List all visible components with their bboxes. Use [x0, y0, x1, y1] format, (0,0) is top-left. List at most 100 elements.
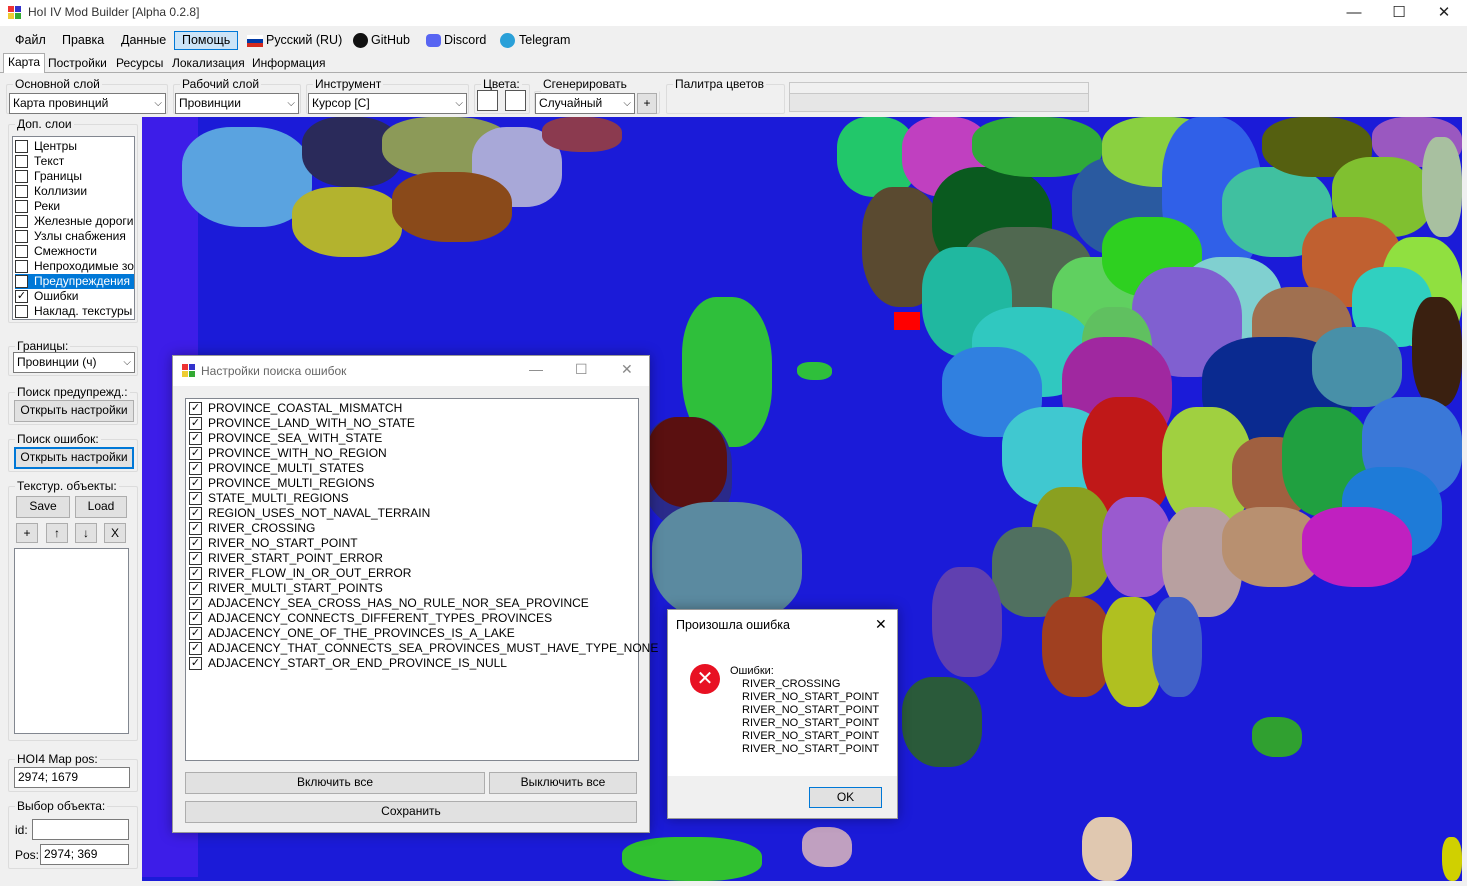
layer-item[interactable]: Центры: [15, 139, 134, 154]
error-type-item[interactable]: ✓ RIVER_FLOW_IN_OR_OUT_ERROR: [189, 566, 411, 581]
checkbox-checked[interactable]: ✓: [189, 462, 202, 476]
error-type-item[interactable]: ✓ RIVER_MULTI_START_POINTS: [189, 581, 383, 596]
checkbox[interactable]: [15, 230, 28, 244]
error-type-item[interactable]: ✓ RIVER_NO_START_POINT: [189, 536, 358, 551]
checkbox[interactable]: [15, 200, 28, 214]
map-pos-field[interactable]: 2974; 1679: [14, 767, 130, 788]
tab-info[interactable]: Информация: [249, 55, 328, 73]
checkbox-checked[interactable]: ✓: [189, 522, 202, 536]
dialog-maximize-button[interactable]: ☐: [575, 361, 588, 378]
checkbox-checked[interactable]: ✓: [189, 432, 202, 446]
error-type-item[interactable]: ✓ ADJACENCY_CONNECTS_DIFFERENT_TYPES_PROV…: [189, 611, 552, 626]
menu-github[interactable]: GitHub: [350, 31, 417, 50]
checkbox-checked[interactable]: ✓: [189, 657, 202, 671]
checkbox-checked[interactable]: ✓: [189, 402, 202, 416]
checkbox-checked[interactable]: ✓: [189, 597, 202, 611]
texture-add-button[interactable]: +: [16, 523, 38, 543]
error-type-item[interactable]: ✓ ADJACENCY_ONE_OF_THE_PROVINCES_IS_A_LAK…: [189, 626, 515, 641]
layer-item[interactable]: Границы: [15, 169, 134, 184]
error-type-item[interactable]: ✓ ADJACENCY_SEA_CROSS_HAS_NO_RULE_NOR_SEA…: [189, 596, 589, 611]
error-type-item[interactable]: ✓ ADJACENCY_THAT_CONNECTS_SEA_PROVINCES_M…: [189, 641, 658, 656]
checkbox-checked[interactable]: ✓: [189, 642, 202, 656]
checkbox-checked[interactable]: ✓: [189, 417, 202, 431]
error-type-item[interactable]: ✓ ADJACENCY_START_OR_END_PROVINCE_IS_NULL: [189, 656, 507, 671]
texture-down-button[interactable]: ↓: [75, 523, 97, 543]
checkbox-checked[interactable]: ✓: [189, 537, 202, 551]
error-type-item[interactable]: ✓ RIVER_CROSSING: [189, 521, 315, 536]
layer-item[interactable]: Предупреждения: [15, 274, 134, 289]
textures-load-button[interactable]: Load: [75, 496, 127, 518]
layer-item[interactable]: Наклад. текстуры: [15, 304, 134, 319]
disable-all-button[interactable]: Выключить все: [489, 772, 637, 794]
tab-map[interactable]: Карта: [3, 53, 46, 73]
layer-item[interactable]: Узлы снабжения: [15, 229, 134, 244]
error-type-item[interactable]: ✓ PROVINCE_MULTI_STATES: [189, 461, 364, 476]
checkbox-checked[interactable]: ✓: [189, 552, 202, 566]
primary-color-swatch[interactable]: [477, 90, 498, 111]
tab-buildings[interactable]: Постройки: [45, 55, 110, 73]
tab-resources[interactable]: Ресурсы: [113, 55, 166, 73]
maximize-button[interactable]: ☐: [1376, 0, 1422, 26]
save-settings-button[interactable]: Сохранить: [185, 801, 637, 823]
error-type-item[interactable]: ✓ PROVINCE_MULTI_REGIONS: [189, 476, 374, 491]
layer-item[interactable]: ✓ Ошибки: [15, 289, 134, 304]
gen-color-add-button[interactable]: +: [637, 93, 657, 114]
checkbox-checked[interactable]: ✓: [189, 447, 202, 461]
checkbox-checked[interactable]: ✓: [189, 492, 202, 506]
checkbox[interactable]: [15, 275, 28, 289]
menu-language[interactable]: Русский (RU): [244, 31, 349, 50]
checkbox-checked[interactable]: ✓: [189, 582, 202, 596]
checkbox[interactable]: [15, 185, 28, 199]
checkbox-checked[interactable]: ✓: [189, 612, 202, 626]
textures-list[interactable]: [14, 548, 129, 734]
error-type-item[interactable]: ✓ RIVER_START_POINT_ERROR: [189, 551, 383, 566]
menu-telegram[interactable]: Telegram: [497, 31, 577, 50]
error-type-item[interactable]: ✓ PROVINCE_COASTAL_MISMATCH: [189, 401, 402, 416]
pos-field[interactable]: 2974; 369: [40, 844, 129, 865]
layer-item[interactable]: Непроходимые зоны: [15, 259, 134, 274]
error-marker[interactable]: [894, 312, 920, 330]
checkbox[interactable]: [15, 305, 28, 319]
checkbox-checked[interactable]: ✓: [15, 290, 28, 304]
borders-select[interactable]: Провинции (ч) ⌵: [13, 352, 135, 373]
menu-data[interactable]: Данные: [114, 31, 173, 50]
layer-item[interactable]: Реки: [15, 199, 134, 214]
layer-item[interactable]: Смежности: [15, 244, 134, 259]
checkbox-checked[interactable]: ✓: [189, 567, 202, 581]
ok-button[interactable]: OK: [809, 787, 882, 808]
texture-up-button[interactable]: ↑: [46, 523, 68, 543]
close-button[interactable]: ✕: [1421, 0, 1467, 26]
dialog-minimize-button[interactable]: —: [529, 361, 543, 377]
gen-color-select[interactable]: Случайный ⌵: [535, 93, 635, 114]
error-type-item[interactable]: ✓ PROVINCE_LAND_WITH_NO_STATE: [189, 416, 415, 431]
checkbox[interactable]: [15, 170, 28, 184]
base-layer-select[interactable]: Карта провинций ⌵: [9, 93, 166, 114]
menu-edit[interactable]: Правка: [55, 31, 111, 50]
error-type-item[interactable]: ✓ REGION_USES_NOT_NAVAL_TERRAIN: [189, 506, 430, 521]
checkbox[interactable]: [15, 215, 28, 229]
checkbox[interactable]: [15, 140, 28, 154]
enable-all-button[interactable]: Включить все: [185, 772, 485, 794]
error-type-item[interactable]: ✓ STATE_MULTI_REGIONS: [189, 491, 349, 506]
checkbox-checked[interactable]: ✓: [189, 477, 202, 491]
textures-save-button[interactable]: Save: [16, 496, 70, 518]
checkbox[interactable]: [15, 260, 28, 274]
minimize-button[interactable]: —: [1331, 0, 1377, 26]
checkbox-checked[interactable]: ✓: [189, 627, 202, 641]
error-type-item[interactable]: ✓ PROVINCE_WITH_NO_REGION: [189, 446, 387, 461]
tab-localisation[interactable]: Локализация: [169, 55, 248, 73]
checkbox[interactable]: [15, 155, 28, 169]
layer-item[interactable]: Коллизии: [15, 184, 134, 199]
error-dialog-close-button[interactable]: ✕: [875, 616, 887, 633]
menu-discord[interactable]: Discord: [423, 31, 493, 50]
layer-item[interactable]: Текст: [15, 154, 134, 169]
checkbox[interactable]: [15, 245, 28, 259]
tool-select[interactable]: Курсор [C] ⌵: [308, 93, 467, 114]
id-field[interactable]: [32, 819, 129, 840]
dialog-close-button[interactable]: ✕: [621, 361, 633, 378]
secondary-color-swatch[interactable]: [505, 90, 526, 111]
open-warn-settings-button[interactable]: Открыть настройки: [14, 400, 134, 422]
texture-delete-button[interactable]: X: [104, 523, 126, 543]
menu-help[interactable]: Помощь: [174, 31, 239, 50]
checkbox-checked[interactable]: ✓: [189, 507, 202, 521]
